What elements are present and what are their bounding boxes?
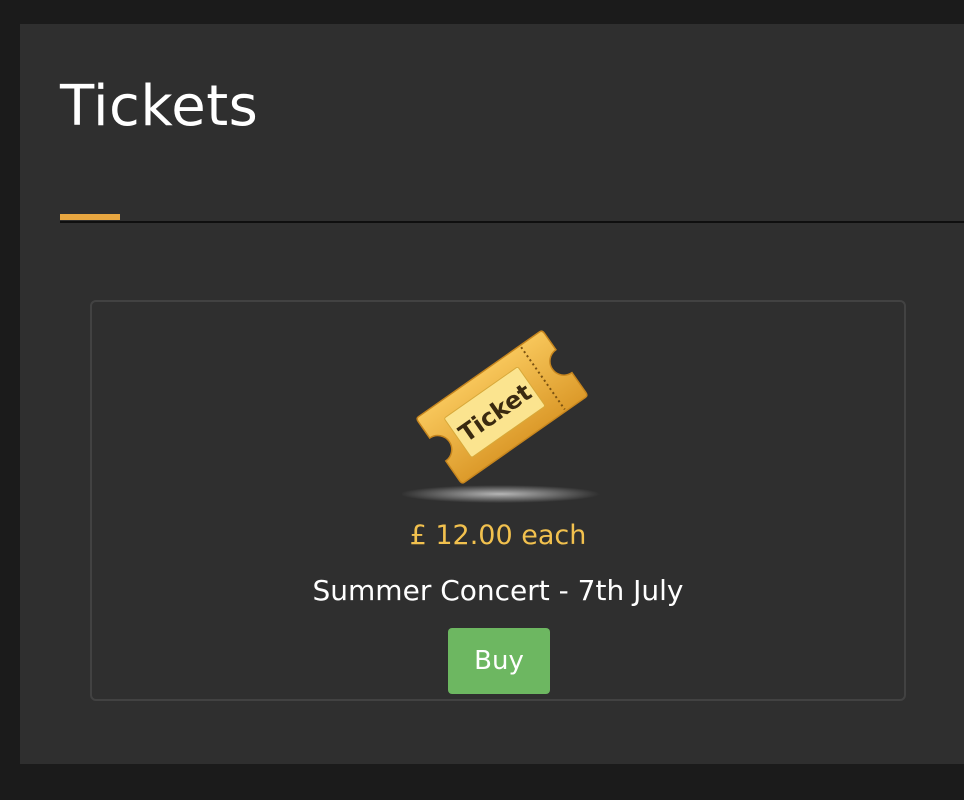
buy-button[interactable]: Buy xyxy=(448,628,550,694)
title-divider-accent xyxy=(60,214,120,220)
ticket-card: Ticket £ 12.00 each Summer Concert - 7th… xyxy=(90,300,906,701)
event-name: Summer Concert - 7th July xyxy=(312,574,684,607)
page-title: Tickets xyxy=(60,74,259,139)
ticket-icon: Ticket xyxy=(402,330,600,503)
ticket-price: £ 12.00 each xyxy=(409,520,587,551)
tickets-panel: Tickets Ticket £ 12.00 each Summer Conce… xyxy=(20,24,964,764)
title-divider xyxy=(60,221,964,223)
